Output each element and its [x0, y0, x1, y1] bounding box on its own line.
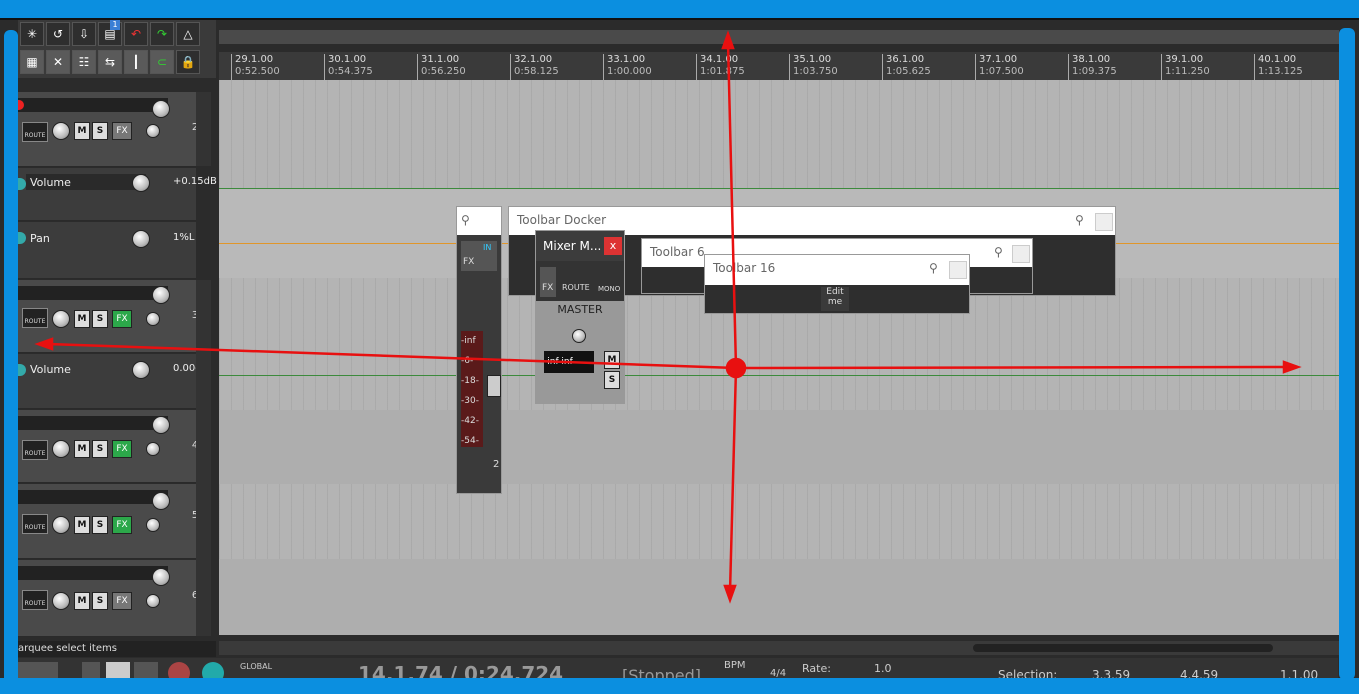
arrow-down-head	[723, 584, 737, 604]
arrow-up-head	[721, 30, 735, 50]
crosshair-center	[725, 357, 747, 379]
arrow-left-head	[34, 337, 54, 351]
arrow-down	[728, 367, 738, 593]
crosshair-overlay	[34, 30, 1302, 604]
arrow-right-head	[1282, 360, 1302, 374]
arrow-right	[735, 365, 1289, 370]
arrow-up	[726, 41, 738, 369]
arrow-left	[47, 342, 737, 370]
